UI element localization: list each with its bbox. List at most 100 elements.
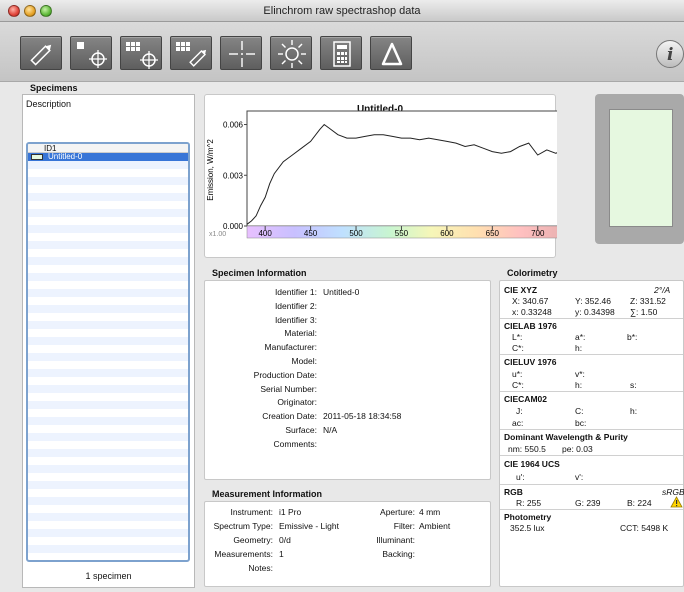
cam-J: J:: [516, 406, 523, 416]
empty-row: [28, 529, 188, 537]
empty-row: [28, 305, 188, 313]
empty-row: [28, 329, 188, 337]
edit-strip-button[interactable]: [170, 36, 212, 70]
cam-ac: ac:: [512, 418, 524, 428]
measurement-field-value: 1: [279, 549, 284, 559]
crosshair-button[interactable]: [220, 36, 262, 70]
empty-row: [28, 545, 188, 553]
xyz-sum: ∑: 1.50: [630, 307, 658, 317]
luv-s: s:: [630, 380, 637, 390]
empty-row: [28, 337, 188, 345]
specimen-count: 1 specimen: [85, 571, 132, 581]
empty-row: [28, 409, 188, 417]
empty-row: [28, 193, 188, 201]
empty-row: [28, 313, 188, 321]
divider: [500, 484, 683, 485]
measurement-field-label: Spectrum Type:: [213, 521, 273, 531]
empty-row: [28, 257, 188, 265]
calculator-button[interactable]: [320, 36, 362, 70]
specimen-field-label: Originator:: [277, 397, 317, 408]
measurement-field-label: Backing:: [382, 549, 415, 559]
lab-h: h:: [575, 343, 583, 353]
color-preview-frame: [595, 94, 684, 244]
observer-illuminant: 2°/A: [654, 285, 671, 295]
measurement-field-value: 4 mm: [419, 507, 441, 517]
empty-row: [28, 417, 188, 425]
specimen-field-label: Serial Number:: [260, 383, 317, 394]
luv-v: v*:: [575, 369, 585, 379]
info-icon: i: [667, 45, 674, 65]
empty-row: [28, 433, 188, 441]
y-axis-label: Emission, W/m^2: [206, 139, 215, 201]
x-tick-label: 600: [440, 229, 454, 238]
empty-row: [28, 505, 188, 513]
photometry-lux: 352.5 lux: [510, 523, 545, 533]
xyz-X: X: 340.67: [512, 296, 549, 306]
specimen-field-label: Surface:: [285, 425, 317, 435]
empty-row: [28, 465, 188, 473]
xyz-Z: Z: 331.52: [630, 296, 666, 306]
measurement-field-label: Geometry:: [233, 535, 273, 545]
colorimetry-title: Colorimetry: [507, 268, 558, 278]
empty-row: [28, 537, 188, 545]
measure-strip-icon: [126, 42, 158, 69]
color-preview-swatch: [609, 109, 673, 227]
cam-h: h:: [630, 406, 638, 416]
luv-C: C*:: [512, 380, 524, 390]
luv-h: h:: [575, 380, 583, 390]
specimen-field-label: Production Date:: [253, 369, 317, 380]
x-tick-label: 450: [304, 229, 318, 238]
specimen-field-value[interactable]: Untitled-0: [323, 287, 483, 297]
empty-row: [28, 513, 188, 521]
dominant-nm: nm: 550.5: [508, 444, 546, 454]
divider: [500, 509, 683, 510]
empty-row: [28, 497, 188, 505]
empty-row: [28, 369, 188, 377]
measure-single-button[interactable]: [70, 36, 112, 70]
divider: [500, 318, 683, 319]
empty-row: [28, 185, 188, 193]
rgb-heading: RGB: [504, 487, 523, 497]
info-button[interactable]: i: [656, 40, 684, 68]
empty-row: [28, 353, 188, 361]
empty-row: [28, 321, 188, 329]
delta-button[interactable]: [370, 36, 412, 70]
cie-ucs-heading: CIE 1964 UCS: [504, 459, 560, 469]
x-tick-label: 550: [395, 229, 409, 238]
specimen-field-label: Creation Date:: [262, 411, 317, 422]
empty-row: [28, 553, 188, 560]
empty-row: [28, 481, 188, 489]
x-tick-label: 500: [349, 229, 363, 238]
measurement-field-label: Filter:: [393, 521, 415, 531]
title-bar: Elinchrom raw spectrashop data: [0, 0, 684, 22]
y-tick-label: 0.006: [223, 121, 244, 130]
specimen-list[interactable]: ID1 Untitled-0: [26, 142, 190, 562]
empty-row: [28, 361, 188, 369]
empty-row: [28, 457, 188, 465]
illuminant-button[interactable]: [270, 36, 312, 70]
empty-row: [28, 281, 188, 289]
x-tick-label: 650: [486, 229, 500, 238]
specimens-heading: Specimens: [30, 83, 78, 93]
y-tick-label: 0.000: [223, 222, 244, 231]
specimen-field-value[interactable]: N/A: [323, 425, 483, 435]
empty-row: [28, 521, 188, 529]
y-tick-label: 0.003: [223, 171, 244, 180]
luv-u: u*:: [512, 369, 523, 379]
measure-strip-button[interactable]: [120, 36, 162, 70]
photometry-heading: Photometry: [504, 512, 552, 522]
empty-row: [28, 209, 188, 217]
specimen-field-label: Model:: [291, 356, 317, 366]
specimen-row[interactable]: Untitled-0: [28, 153, 188, 161]
spectrum-chart: 400 450 500 550 600 650 700 0.000 0.003 0.006 Emi…: [206, 110, 557, 239]
calculator-icon: [333, 41, 351, 67]
measurement-field-value: Ambient: [419, 521, 451, 531]
measurement-field-label: Measurements:: [214, 549, 273, 559]
divider: [500, 391, 683, 392]
empty-row: [28, 297, 188, 305]
cieluv-heading: CIELUV 1976: [504, 357, 557, 367]
measurement-field-label: Illuminant:: [376, 535, 415, 545]
edit-pencil-button[interactable]: [20, 36, 62, 70]
empty-row: [28, 273, 188, 281]
specimen-field-value[interactable]: 2011-05-18 18:34:58: [323, 411, 483, 421]
